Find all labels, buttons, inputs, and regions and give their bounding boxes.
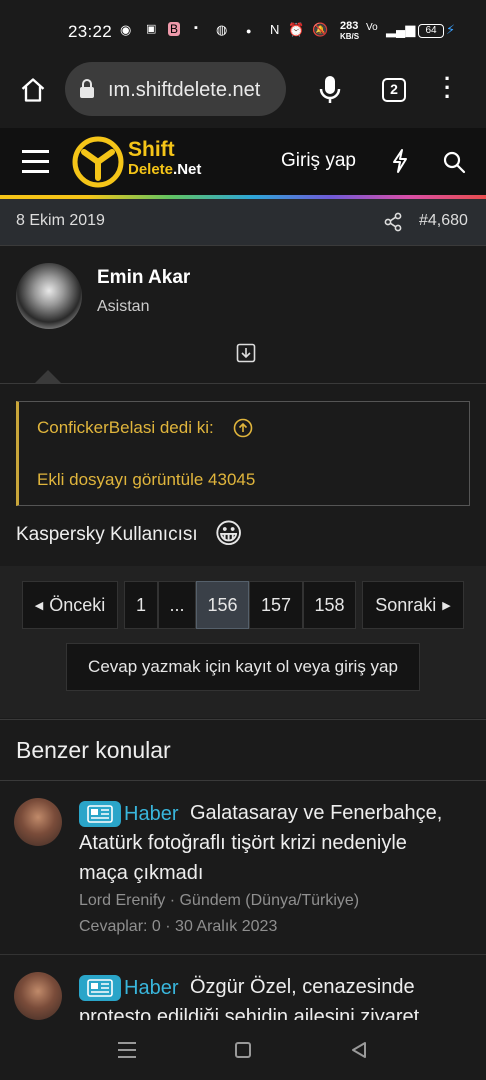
list-item[interactable]: Haber Galatasaray ve Fenerbahçe, Atatürk…: [0, 782, 486, 955]
avatar[interactable]: [14, 972, 62, 1020]
page-158-button[interactable]: 158: [303, 581, 356, 629]
news-icon: [79, 801, 121, 827]
thread-title-line[interactable]: Atatürk fotoğraflı tişört krizi nedeniyl…: [79, 832, 407, 855]
status-time: 23:22: [68, 22, 113, 41]
app-notification-icon: ▣: [146, 23, 157, 35]
similar-threads-title: Benzer konular: [16, 737, 171, 763]
grinning-emoji: 😀: [214, 518, 244, 549]
expand-user-info-icon[interactable]: [236, 343, 256, 363]
quote-block: ConfickerBelasi dedi ki: Ekli dosyayı gö…: [16, 401, 470, 506]
post-date[interactable]: 8 Ekim 2019: [16, 212, 105, 230]
mute-icon: 🔕: [312, 22, 329, 37]
post-user-block: Emin Akar Asistan: [0, 246, 486, 384]
volte-icon: Vo: [366, 22, 378, 33]
browser-menu-icon[interactable]: · · ·: [444, 68, 451, 108]
post-meta-bar: 8 Ekim 2019 #4,680: [0, 199, 486, 246]
microphone-icon[interactable]: [318, 74, 342, 106]
recent-apps-icon[interactable]: [118, 1042, 136, 1058]
tab-switcher-button[interactable]: 2: [382, 78, 406, 102]
thread-meta[interactable]: Lord Erenify · Gündem (Dünya/Türkiye): [79, 892, 359, 910]
attachment-link[interactable]: Ekli dosyayı görüntüle 43045: [37, 470, 255, 490]
thread-title-line[interactable]: protesto edildiği şehidin ailesini ziyar…: [79, 1006, 419, 1020]
share-icon[interactable]: [384, 212, 402, 232]
lock-icon[interactable]: [78, 78, 96, 100]
avatar[interactable]: [14, 798, 62, 846]
page-1-button[interactable]: 1: [124, 581, 158, 629]
dot-icon: ●: [246, 26, 252, 36]
list-item[interactable]: Haber Özgür Özel, cenazesinde protesto e…: [0, 956, 486, 1020]
battery-icon: 64: [418, 24, 444, 38]
status-bar: 23:22 ◉ ▣ B ▪ ◍ ● N ⏰ 🔕 283 KB/S Vo ▂▄▆ 6…: [0, 0, 486, 62]
url-text[interactable]: ım.shiftdelete.net: [108, 79, 278, 102]
quote-author-link[interactable]: ConfickerBelasi dedi ki:: [37, 418, 214, 438]
home-nav-icon[interactable]: [235, 1042, 251, 1058]
user-block-arrow: [34, 370, 62, 384]
nfc-icon: N: [270, 22, 280, 37]
shiftdelete-logo-icon[interactable]: [72, 136, 124, 188]
similar-threads-header: Benzer konular: [0, 719, 486, 781]
author-role: Asistan: [97, 298, 150, 315]
alarm-icon: ⏰: [288, 22, 305, 37]
whats-new-bolt-icon[interactable]: [390, 148, 410, 174]
app-notification-icon-4: ◍: [216, 22, 228, 37]
signal-icon: ▂▄▆: [386, 22, 416, 37]
home-icon[interactable]: [19, 76, 47, 104]
system-navigation-bar: [0, 1020, 486, 1080]
thread-tag[interactable]: Haber: [124, 803, 178, 826]
thread-title-line[interactable]: Galatasaray ve Fenerbahçe,: [190, 802, 442, 825]
network-speed: 283 KB/S: [340, 20, 360, 42]
charging-icon: ⚡: [446, 22, 456, 37]
whatsapp-icon: ◉: [120, 22, 132, 37]
app-notification-icon-2: B: [168, 22, 181, 36]
thread-title-line[interactable]: maça çıkmadı: [79, 862, 203, 885]
hamburger-menu-icon[interactable]: [22, 150, 49, 173]
page-157-button[interactable]: 157: [249, 581, 303, 629]
app-notification-icon-3: ▪: [194, 22, 198, 34]
login-link[interactable]: Giriş yap: [281, 150, 356, 172]
post-body-text: Kaspersky Kullanıcısı: [16, 524, 198, 545]
search-icon[interactable]: [442, 150, 466, 174]
news-icon: [79, 975, 121, 1001]
page-156-button-current[interactable]: 156: [196, 581, 249, 629]
thread-tag[interactable]: Haber: [124, 977, 178, 1000]
prev-page-button[interactable]: ◀ Önceki: [22, 581, 118, 629]
post-number[interactable]: #4,680: [419, 212, 468, 230]
site-logo[interactable]: Shift Delete.Net: [128, 139, 201, 180]
back-nav-icon[interactable]: [350, 1040, 368, 1060]
next-page-button[interactable]: Sonraki ▶: [362, 581, 464, 629]
register-or-login-button[interactable]: Cevap yazmak için kayıt ol veya giriş ya…: [66, 643, 420, 691]
thread-title-line[interactable]: Özgür Özel, cenazesinde: [190, 976, 415, 999]
thread-stats: Cevaplar: 0 · 30 Aralık 2023: [79, 918, 278, 935]
page-ellipsis-button[interactable]: ...: [158, 581, 196, 629]
author-name[interactable]: Emin Akar: [97, 267, 190, 289]
chevron-left-icon: ◀: [34, 599, 44, 612]
jump-to-quote-icon[interactable]: [233, 418, 253, 438]
chevron-right-icon: ▶: [442, 599, 451, 612]
site-header: Shift Delete.Net Giriş yap: [0, 128, 486, 196]
author-avatar[interactable]: [16, 263, 82, 329]
